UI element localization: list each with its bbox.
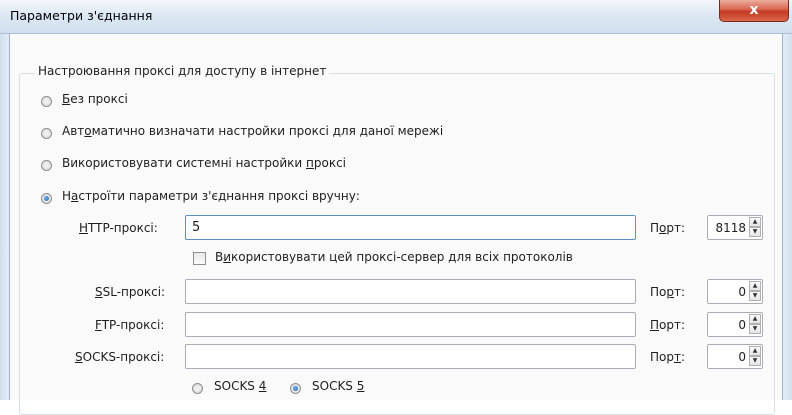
radio-manual-proxy[interactable]	[41, 193, 52, 204]
radio-auto-detect-label[interactable]: Автоматично визначати настройки проксі д…	[62, 124, 443, 138]
spin-down-icon[interactable]: ▼	[749, 227, 761, 237]
close-icon: x	[749, 2, 759, 18]
http-port-label: Порт:	[650, 221, 686, 235]
http-proxy-value: 5	[192, 220, 201, 235]
http-proxy-input[interactable]: 5	[185, 215, 636, 240]
ftp-port-stepper[interactable]: 0 ▲ ▼	[707, 312, 763, 337]
http-proxy-label: HTTP-проксі:	[79, 221, 158, 235]
socks-port-label: Порт:	[650, 350, 686, 364]
ftp-proxy-input[interactable]	[185, 312, 636, 337]
ssl-proxy-label: SSL-проксі:	[95, 285, 166, 299]
radio-socks5[interactable]	[290, 383, 301, 394]
ssl-port-value: 0	[738, 285, 746, 299]
ftp-port-value: 0	[738, 318, 746, 332]
radio-socks4-label[interactable]: SOCKS 4	[214, 379, 266, 393]
proxy-group-title: Настроювання проксі для доступу в інтерн…	[35, 64, 330, 78]
radio-system-proxy[interactable]	[41, 160, 52, 171]
ftp-proxy-label: FTP-проксі:	[95, 318, 165, 332]
radio-no-proxy-label[interactable]: Без проксі	[62, 92, 128, 106]
http-port-stepper[interactable]: 8118 ▲ ▼	[707, 215, 763, 240]
socks-proxy-input[interactable]	[185, 344, 636, 369]
use-for-all-label[interactable]: Використовувати цей проксі-сервер для вс…	[215, 250, 573, 264]
socks-port-stepper[interactable]: 0 ▲ ▼	[707, 344, 763, 369]
spin-up-icon[interactable]: ▲	[749, 314, 761, 324]
ssl-proxy-input[interactable]	[185, 279, 636, 304]
window-frame-left	[0, 34, 10, 400]
spin-down-icon[interactable]: ▼	[749, 324, 761, 334]
ssl-port-label: Порт:	[650, 285, 686, 299]
title-bar: Параметри з'єднання x	[0, 0, 792, 34]
window-title: Параметри з'єднання	[10, 8, 153, 23]
use-for-all-checkbox[interactable]	[193, 252, 206, 265]
ftp-port-label: Порт:	[650, 318, 686, 332]
spin-up-icon[interactable]: ▲	[749, 346, 761, 356]
window-frame-right	[782, 34, 792, 400]
spin-up-icon[interactable]: ▲	[749, 217, 761, 227]
socks-port-value: 0	[738, 350, 746, 364]
radio-socks4[interactable]	[192, 383, 203, 394]
spin-down-icon[interactable]: ▼	[749, 356, 761, 366]
radio-no-proxy[interactable]	[41, 96, 52, 107]
radio-auto-detect[interactable]	[41, 128, 52, 139]
radio-socks5-label[interactable]: SOCKS 5	[312, 379, 364, 393]
spin-up-icon[interactable]: ▲	[749, 281, 761, 291]
socks-proxy-label: SOCKS-проксі:	[75, 350, 165, 364]
spin-down-icon[interactable]: ▼	[749, 291, 761, 301]
radio-system-proxy-label[interactable]: Використовувати системні настройки прокс…	[62, 156, 346, 170]
radio-manual-proxy-label[interactable]: Настроїти параметри з'єднання проксі вру…	[62, 189, 360, 203]
http-port-value: 8118	[715, 221, 746, 235]
ssl-port-stepper[interactable]: 0 ▲ ▼	[707, 279, 763, 304]
close-button[interactable]: x	[719, 0, 789, 22]
